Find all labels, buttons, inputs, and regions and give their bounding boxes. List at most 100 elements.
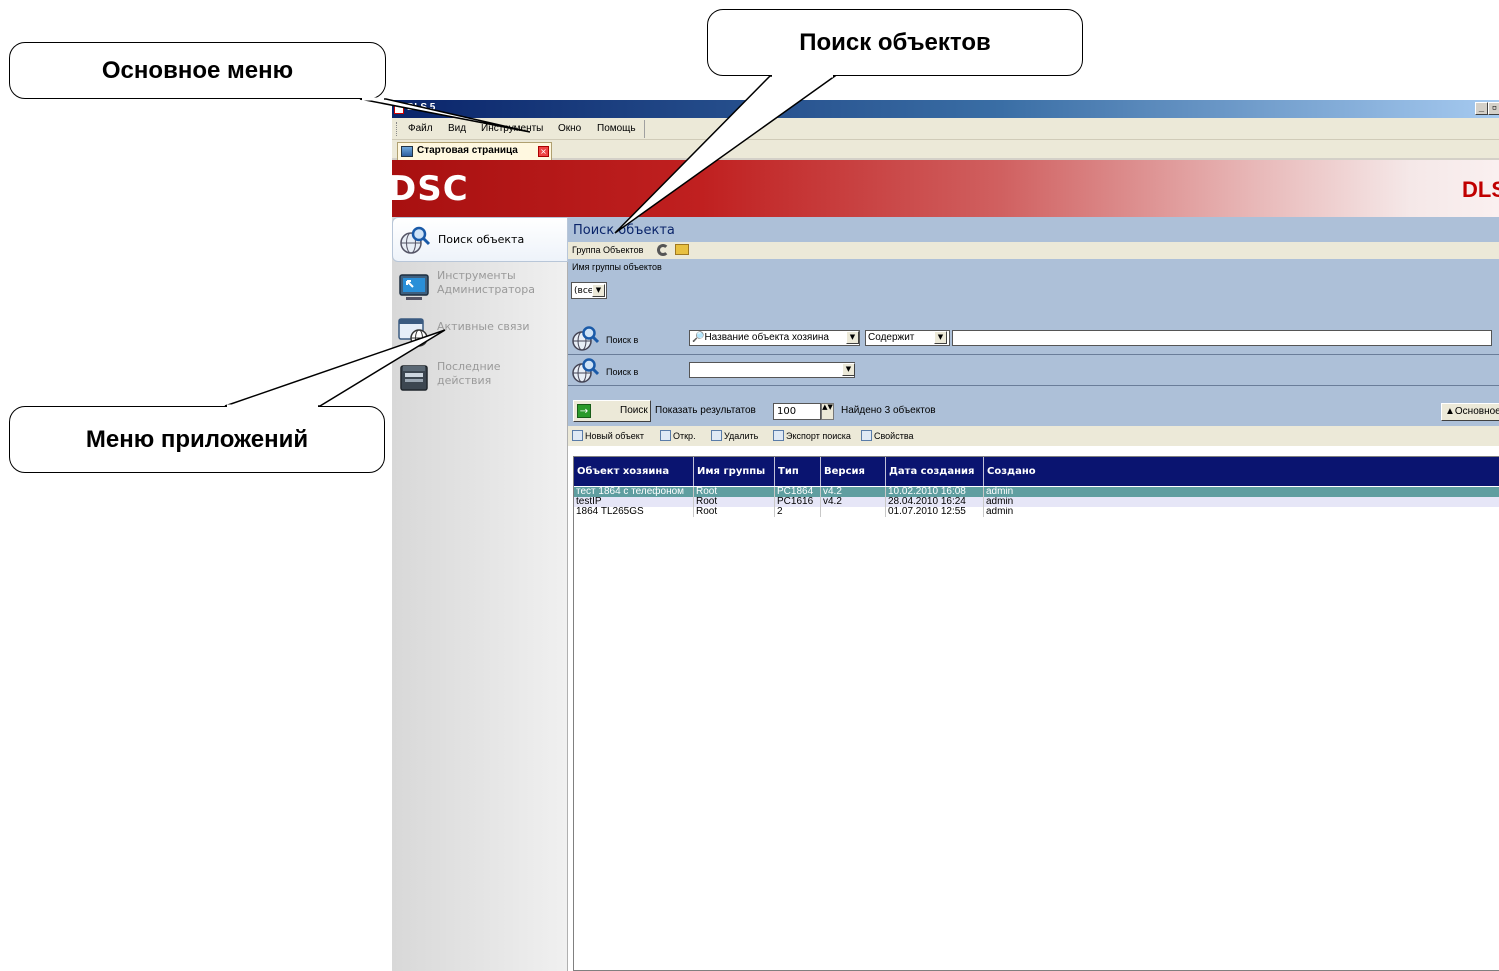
- window-title: DLS 5: [407, 102, 436, 113]
- results-count-stepper[interactable]: ▲▼: [821, 403, 834, 420]
- monitor-icon: [399, 274, 429, 300]
- cell-version: v4.2: [821, 487, 886, 497]
- application-menu: Поиск объекта Инструменты Администратора…: [392, 217, 568, 971]
- column-header-owner[interactable]: Объект хозяина: [574, 457, 694, 486]
- app-window: DLS 5 _ ▫ Файл Вид Инструменты Окно Помо…: [392, 100, 1499, 971]
- main-menu-bar: Файл Вид Инструменты Окно Помощь: [392, 118, 1499, 140]
- column-header-type[interactable]: Тип: [775, 457, 821, 486]
- delete-label: Удалить: [724, 431, 759, 441]
- new-document-icon: [572, 430, 583, 441]
- tab-start-page[interactable]: Стартовая страница ×: [397, 142, 552, 160]
- callout-main-menu: Основное меню: [9, 42, 386, 99]
- menu-help[interactable]: Помощь: [597, 123, 636, 134]
- open-icon: [660, 430, 671, 441]
- sidebar-label-line1: Последние: [437, 360, 501, 373]
- cell-created-date: 28.04.2010 16:24: [886, 497, 984, 507]
- sidebar-item-object-search[interactable]: Поиск объекта: [392, 217, 568, 262]
- menu-file[interactable]: Файл: [408, 123, 433, 134]
- search-icon: 🔎: [692, 332, 705, 343]
- chevron-down-icon[interactable]: ▼: [592, 284, 605, 297]
- cell-group: Root: [694, 507, 775, 517]
- results-toolbar: Новый объект Откр. Удалить Экспорт поиск…: [568, 426, 1499, 446]
- properties-icon: [861, 430, 872, 441]
- cell-type: 2: [775, 507, 821, 517]
- main-button-label: Основное: [1454, 406, 1499, 417]
- callout-app-menu-text: Меню приложений: [85, 425, 309, 453]
- cell-type: PC1616: [775, 497, 821, 507]
- search-field-select-2[interactable]: [689, 362, 855, 378]
- column-header-version[interactable]: Версия: [821, 457, 886, 486]
- column-header-created-by[interactable]: Создано: [984, 457, 1499, 486]
- search-field-select[interactable]: 🔎Название объекта хозяина: [689, 330, 860, 346]
- sidebar-label-line2: действия: [437, 374, 492, 387]
- condition-value: Содержит: [868, 332, 915, 343]
- sidebar-item-active-connections[interactable]: Активные связи: [392, 309, 568, 354]
- cell-owner: testIP: [574, 497, 694, 507]
- table-row[interactable]: тест 1864 с телефоном Root PC1864 v4.2 1…: [574, 487, 1499, 497]
- delete-button[interactable]: Удалить: [711, 430, 758, 441]
- table-row[interactable]: 1864 TL265GS Root 2 01.07.2010 12:55 adm…: [574, 507, 1499, 517]
- globe-search-icon: [400, 226, 431, 254]
- cell-created-by: admin: [986, 487, 1014, 497]
- product-logo: DLS-: [1462, 177, 1499, 202]
- chevron-down-icon[interactable]: ▼: [934, 331, 947, 344]
- cell-type: PC1864: [775, 487, 821, 497]
- menu-window[interactable]: Окно: [558, 123, 581, 134]
- group-toolbar-label: Группа Объектов: [572, 245, 644, 255]
- open-button[interactable]: Откр.: [660, 430, 696, 441]
- cell-created-by: admin: [986, 507, 1014, 517]
- globe-search-icon: [572, 326, 599, 351]
- column-header-group[interactable]: Имя группы: [694, 457, 775, 486]
- file-box-icon: [400, 365, 428, 391]
- menu-view[interactable]: Вид: [448, 123, 466, 134]
- export-icon: [773, 430, 784, 441]
- callout-object-search: Поиск объектов: [707, 9, 1083, 76]
- properties-label: Свойства: [874, 431, 914, 441]
- column-header-created-date[interactable]: Дата создания: [886, 457, 984, 486]
- refresh-icon[interactable]: [657, 244, 669, 256]
- sidebar-item-admin-tools[interactable]: Инструменты Администратора: [392, 264, 568, 309]
- group-select-value: (все: [574, 286, 594, 296]
- search-in-label: Поиск в: [606, 367, 639, 377]
- collapse-icon: ▲: [1445, 406, 1455, 417]
- menu-tools[interactable]: Инструменты: [481, 123, 543, 134]
- new-object-label: Новый объект: [585, 431, 644, 441]
- results-count-input[interactable]: 100: [773, 403, 821, 420]
- table-row[interactable]: testIP Root PC1616 v4.2 28.04.2010 16:24…: [574, 497, 1499, 507]
- group-toolbar: Группа Объектов: [568, 242, 1499, 259]
- brand-banner: DSC DLS-: [392, 160, 1499, 217]
- new-object-button[interactable]: Новый объект: [572, 430, 644, 441]
- results-table: Объект хозяина Имя группы Тип Версия Дат…: [573, 456, 1499, 971]
- chevron-down-icon[interactable]: ▼: [846, 331, 859, 344]
- home-page-icon: [401, 146, 413, 157]
- find-button[interactable]: → Поиск: [573, 400, 651, 422]
- brand-logo: DSC: [392, 169, 469, 209]
- callout-object-search-text: Поиск объектов: [799, 28, 991, 56]
- search-row-1: Поиск в 🔎Название объекта хозяина ▼ Соде…: [568, 325, 1499, 353]
- row-divider: [568, 354, 1499, 355]
- object-search-view: Поиск объекта Группа Объектов Имя группы…: [568, 217, 1499, 971]
- cell-owner: тест 1864 с телефоном: [574, 487, 694, 497]
- sidebar-item-recent-actions[interactable]: Последние действия: [392, 354, 568, 399]
- minimize-button[interactable]: _: [1475, 102, 1488, 115]
- show-results-label: Показать результатов: [655, 405, 756, 416]
- sidebar-label: Поиск объекта: [438, 233, 525, 246]
- cell-created-by: admin: [986, 497, 1014, 507]
- go-arrow-icon: →: [577, 404, 591, 418]
- cell-group: Root: [694, 487, 775, 497]
- export-search-button[interactable]: Экспорт поиска: [773, 430, 851, 441]
- restore-button[interactable]: ▫: [1488, 102, 1499, 115]
- export-search-label: Экспорт поиска: [786, 431, 851, 441]
- sidebar-label-line2: Администратора: [437, 283, 535, 296]
- open-folder-icon[interactable]: [675, 244, 689, 255]
- search-field-value: Название объекта хозяина: [704, 332, 829, 343]
- menu-grip-icon: [396, 122, 399, 136]
- chevron-down-icon[interactable]: ▼: [842, 363, 855, 376]
- main-toggle-button[interactable]: ▲Основное: [1441, 403, 1499, 421]
- found-count-label: Найдено 3 объектов: [841, 405, 936, 416]
- properties-button[interactable]: Свойства: [861, 430, 914, 441]
- sidebar-label-line1: Инструменты: [437, 269, 516, 282]
- search-text-input[interactable]: [952, 330, 1492, 346]
- callout-app-menu: Меню приложений: [9, 406, 385, 473]
- tab-close-icon[interactable]: ×: [538, 146, 549, 157]
